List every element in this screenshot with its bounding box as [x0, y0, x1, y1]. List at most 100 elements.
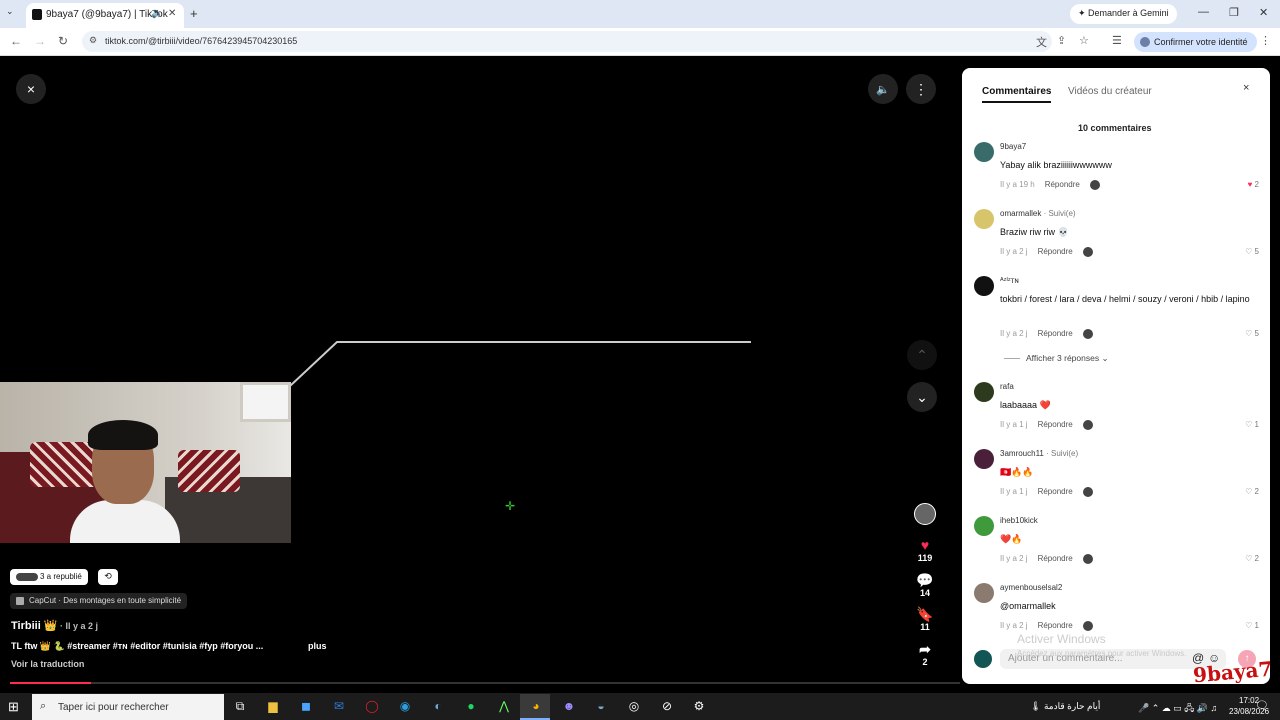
avatar[interactable]	[974, 382, 994, 402]
like-count: 119	[917, 553, 933, 563]
reply-button[interactable]: Répondre	[1038, 554, 1073, 563]
avatar[interactable]	[974, 276, 994, 296]
close-panel-icon[interactable]: ×	[1243, 82, 1249, 94]
comment-user[interactable]: 9baya7	[1000, 142, 1026, 151]
reading-list-icon[interactable]: ☰	[1112, 34, 1122, 47]
search-placeholder: Taper ici pour rechercher	[58, 702, 169, 713]
tab-comments[interactable]: Commentaires	[982, 86, 1052, 103]
reply-button[interactable]: Répondre	[1038, 420, 1073, 429]
comment-item: rafa laabaaaa ❤️ Il y a 1 j Répondre ♡ 1	[974, 382, 1262, 446]
comment-like-button[interactable]: ♡ 1	[1245, 420, 1259, 429]
reload-icon[interactable]: ↻	[58, 34, 68, 48]
notifications-icon[interactable]: 🗨	[1255, 699, 1269, 712]
forward-icon[interactable]: →	[34, 34, 46, 48]
tab-audio-icon[interactable]: 🔈	[151, 8, 163, 19]
comment-like-button[interactable]: ♡ 2	[1245, 554, 1259, 563]
comment-count-heading: 10 commentaires	[1078, 123, 1152, 133]
identity-label: Confirmer votre identité	[1154, 37, 1248, 47]
file-explorer-icon[interactable]: ▆	[264, 699, 282, 713]
browser-tab[interactable]: 9baya7 (@9baya7) | TikTok 🔈 ✕	[26, 3, 184, 28]
avatar[interactable]	[974, 583, 994, 603]
previous-video-button[interactable]: ⌃	[907, 340, 937, 370]
comment-user[interactable]: omarmallek · Suivi(e)	[1000, 209, 1076, 218]
more-options-button[interactable]: ⋮	[906, 74, 936, 104]
url-bar[interactable]: ⚙ tiktok.com/@tirbiii/video/767642394570…	[82, 31, 1052, 52]
save-button[interactable]: 🔖 11	[912, 606, 938, 632]
edge-icon[interactable]: ◉	[396, 699, 414, 713]
chrome-icon[interactable]: ◕	[527, 699, 545, 713]
like-button[interactable]: ♥ 119	[912, 537, 938, 563]
reposted-badge[interactable]: 3 a republié	[10, 569, 88, 585]
comment-user[interactable]: iheb10kick	[1000, 516, 1038, 525]
spotify-icon[interactable]: ●	[462, 699, 480, 713]
more-link[interactable]: plus	[308, 641, 327, 651]
comment-text: @omarmallek	[1000, 601, 1056, 611]
capcut-link[interactable]: CapCut · Des montages en toute simplicit…	[10, 593, 188, 609]
comment-like-button[interactable]: ♡ 1	[1245, 621, 1259, 630]
steam-icon[interactable]: ◐	[429, 699, 447, 713]
discord-icon[interactable]: ☻	[560, 699, 578, 713]
new-tab-button[interactable]: +	[190, 6, 198, 21]
reply-button[interactable]: Répondre	[1038, 329, 1073, 338]
reply-button[interactable]: Répondre	[1038, 487, 1073, 496]
bookmark-star-icon[interactable]: ☆	[1079, 34, 1089, 47]
reply-button[interactable]: Répondre	[1038, 247, 1073, 256]
app-2-icon[interactable]: ⊘	[658, 699, 676, 713]
reply-button[interactable]: Répondre	[1045, 180, 1080, 189]
tab-search-icon[interactable]: ⌄	[6, 6, 14, 17]
mail-icon[interactable]: ✉	[330, 699, 348, 713]
app-3-icon[interactable]: ⚙	[690, 699, 708, 713]
site-info-icon[interactable]: ⚙	[89, 35, 97, 46]
obs-icon[interactable]: ◎	[625, 699, 643, 713]
comment-meta: Il y a 2 j Répondre	[1000, 621, 1093, 631]
tab-creator-videos[interactable]: Vidéos du créateur	[1068, 86, 1152, 97]
comment-like-button[interactable]: ♡ 5	[1245, 329, 1259, 338]
translate-icon[interactable]: 文	[1036, 34, 1047, 50]
task-view-icon[interactable]: ⧉	[231, 699, 249, 714]
repost-avatars	[16, 573, 38, 581]
install-icon[interactable]: ⇪	[1057, 34, 1066, 47]
repost-icon[interactable]: ⟲	[98, 569, 118, 585]
share-button[interactable]: ➦ 2	[912, 641, 938, 667]
comment-button[interactable]: 💬 14	[912, 572, 938, 598]
creator-liked-avatar	[1082, 487, 1093, 497]
comment-user[interactable]: ᴬᶻᴵᶻᴛɴ	[1000, 276, 1019, 285]
tray-icons[interactable]: 🎤 ⌃ ☁ ▭ 🖧 🔊 ♫	[1138, 701, 1217, 717]
avatar[interactable]	[974, 209, 994, 229]
back-icon[interactable]: ←	[10, 34, 22, 48]
comment-like-button[interactable]: ♡ 2	[1245, 487, 1259, 496]
confirm-identity-button[interactable]: Confirmer votre identité	[1134, 32, 1257, 52]
app-icon[interactable]: ⋀	[495, 699, 513, 713]
comment-like-button[interactable]: ♥ 2	[1248, 180, 1259, 189]
taskbar-search-input[interactable]: ⌕ Taper ici pour rechercher	[32, 694, 224, 720]
comment-user[interactable]: 3amrouch11 · Suivi(e)	[1000, 449, 1078, 458]
restore-icon[interactable]: ❐	[1229, 6, 1239, 19]
tab-close-icon[interactable]: ✕	[168, 8, 176, 19]
next-video-button[interactable]: ⌄	[907, 382, 937, 412]
video-progress-bar[interactable]	[10, 682, 960, 684]
comment-like-button[interactable]: ♡ 5	[1245, 247, 1259, 256]
window-close-icon[interactable]: ✕	[1259, 6, 1268, 19]
opera-icon[interactable]: ◯	[363, 699, 381, 713]
weather-widget[interactable]: 🌡 أيام حارة قادمة	[1030, 701, 1100, 712]
browser-menu-icon[interactable]: ⋮	[1260, 34, 1271, 47]
avatar[interactable]	[974, 142, 994, 162]
gemini-label: Demander à Gemini	[1088, 8, 1169, 18]
windows-start-icon[interactable]: ⊞	[8, 699, 19, 715]
close-video-button[interactable]: ×	[16, 74, 46, 104]
show-replies-button[interactable]: Afficher 3 réponses ⌄	[1004, 353, 1109, 364]
gemini-button[interactable]: ✦ Demander à Gemini	[1070, 4, 1177, 24]
store-icon[interactable]: ◼	[297, 699, 315, 713]
avatar[interactable]	[974, 449, 994, 469]
volume-button[interactable]: 🔈	[868, 74, 898, 104]
author-line[interactable]: Tirbiii 👑 · Il y a 2 j	[11, 619, 98, 632]
minimize-icon[interactable]: —	[1198, 6, 1209, 18]
reply-button[interactable]: Répondre	[1038, 621, 1073, 630]
activate-windows-subtitle: Accédez aux paramètres pour activer Wind…	[1017, 649, 1187, 658]
comment-user[interactable]: rafa	[1000, 382, 1014, 391]
comment-user[interactable]: aymenbouselsal2	[1000, 583, 1062, 592]
translate-link[interactable]: Voir la traduction	[11, 659, 84, 669]
steam-2-icon[interactable]: ◒	[592, 699, 610, 713]
creator-avatar[interactable]	[912, 503, 938, 525]
avatar[interactable]	[974, 516, 994, 536]
